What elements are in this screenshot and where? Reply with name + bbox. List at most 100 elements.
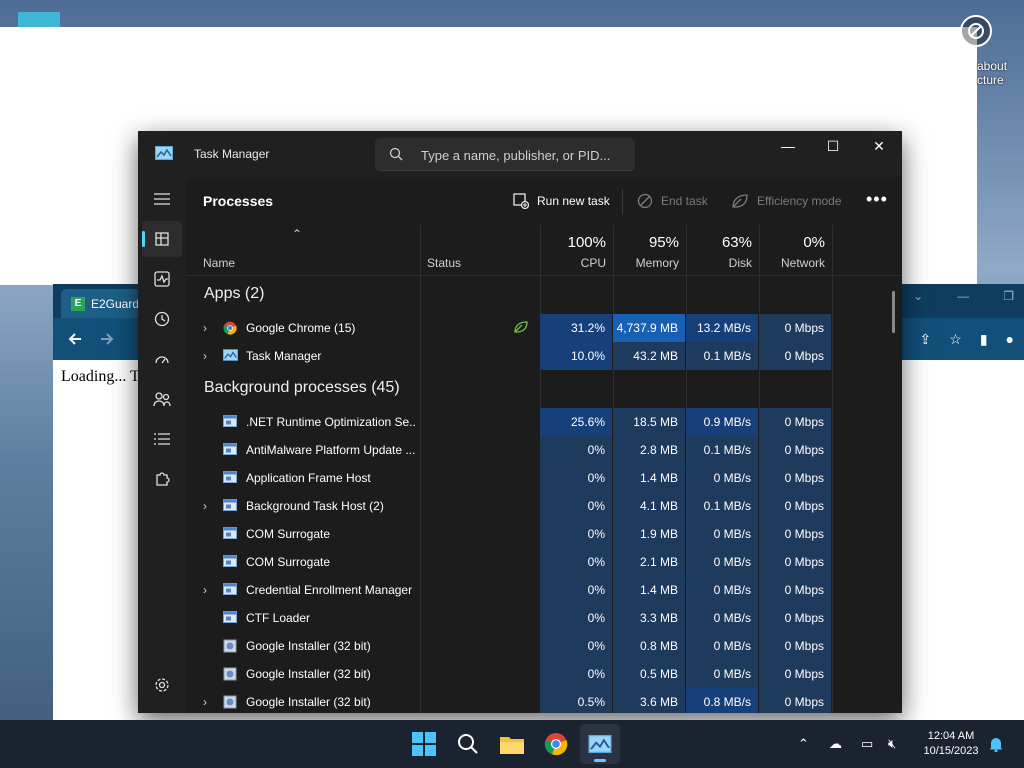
process-row[interactable]: › Background Task Host (2) 0% 4.1 MB 0.1 MB/… bbox=[186, 492, 902, 520]
desktop-shortcut[interactable]: about cture bbox=[955, 12, 1024, 92]
search-icon bbox=[389, 147, 403, 161]
chevron-up-icon: ⌃ bbox=[798, 736, 809, 751]
nav-startup-apps[interactable] bbox=[142, 341, 182, 377]
star-icon[interactable]: ☆ bbox=[949, 331, 962, 348]
process-name: Task Manager bbox=[246, 349, 322, 363]
chevron-right-icon[interactable]: › bbox=[203, 499, 207, 513]
memory-value: 1.4 MB bbox=[613, 464, 685, 492]
notifications-button[interactable] bbox=[989, 720, 1003, 768]
minimize-icon: — bbox=[781, 138, 795, 154]
process-row[interactable]: CTF Loader 0% 3.3 MB 0 MB/s 0 Mbps bbox=[186, 604, 902, 632]
cpu-value: 0% bbox=[540, 492, 612, 520]
process-row[interactable]: Google Installer (32 bit) 0% 0.8 MB 0 MB/s 0… bbox=[186, 632, 902, 660]
cpu-value: 0% bbox=[540, 464, 612, 492]
close-icon: ✕ bbox=[873, 137, 885, 154]
taskbar: ⌃ ☁ ▭ 🔇︎ 12:04 AM 10/15/2023 bbox=[0, 720, 1024, 768]
search-icon bbox=[458, 734, 478, 754]
search-box[interactable] bbox=[375, 138, 635, 171]
minimize-button[interactable]: — bbox=[765, 131, 811, 161]
cpu-value: 0% bbox=[540, 548, 612, 576]
chevron-down-icon[interactable]: ⌄ bbox=[913, 289, 923, 303]
end-task-button[interactable]: End task bbox=[637, 187, 708, 215]
cpu-value: 10.0% bbox=[540, 342, 612, 370]
column-memory[interactable]: 95% Memory bbox=[613, 225, 686, 275]
nav-services[interactable] bbox=[142, 461, 182, 497]
cpu-value: 0% bbox=[540, 604, 612, 632]
chevron-right-icon[interactable]: › bbox=[203, 583, 207, 597]
chrome-button[interactable] bbox=[536, 724, 576, 764]
process-row[interactable]: COM Surrogate 0% 1.9 MB 0 MB/s 0 Mbps bbox=[186, 520, 902, 548]
disk-value: 0.1 MB/s bbox=[686, 342, 758, 370]
memory-value: 0.8 MB bbox=[613, 632, 685, 660]
sort-up-icon: ⌃ bbox=[292, 227, 303, 241]
users-icon bbox=[153, 392, 171, 407]
process-row[interactable]: .NET Runtime Optimization Se... 25.6% 18.5… bbox=[186, 408, 902, 436]
share-icon[interactable]: ⇪ bbox=[920, 331, 932, 348]
help-icon bbox=[960, 15, 992, 47]
favicon-icon: E bbox=[71, 296, 85, 311]
process-row[interactable]: Application Frame Host 0% 1.4 MB 0 MB/s 0 Mb… bbox=[186, 464, 902, 492]
more-options-button[interactable]: ••• bbox=[866, 189, 888, 210]
show-hidden-icons-button[interactable]: ⌃ bbox=[798, 720, 809, 768]
cpu-value: 0% bbox=[540, 436, 612, 464]
memory-value: 2.8 MB bbox=[613, 436, 685, 464]
maximize-icon: ☐ bbox=[826, 137, 840, 154]
nav-app-history[interactable] bbox=[142, 301, 182, 337]
chevron-right-icon[interactable]: › bbox=[203, 695, 207, 709]
nav-details[interactable] bbox=[142, 421, 182, 457]
scrollbar-thumb[interactable] bbox=[892, 291, 895, 333]
process-row[interactable]: Google Installer (32 bit) 0% 0.5 MB 0 MB/s 0… bbox=[186, 660, 902, 688]
nav-performance[interactable] bbox=[142, 261, 182, 297]
forward-arrow-icon[interactable] bbox=[99, 331, 115, 347]
installer-icon bbox=[223, 667, 237, 681]
task-manager-taskbar-button[interactable] bbox=[580, 724, 620, 764]
disk-value: 0.8 MB/s bbox=[686, 688, 758, 713]
nav-processes[interactable] bbox=[142, 221, 182, 257]
run-new-task-button[interactable]: Run new task bbox=[513, 187, 610, 215]
chevron-right-icon[interactable]: › bbox=[203, 321, 207, 335]
file-explorer-button[interactable] bbox=[492, 724, 532, 764]
profile-icon[interactable]: ● bbox=[1006, 331, 1014, 347]
column-name[interactable]: ⌃ Name bbox=[186, 225, 420, 275]
process-row[interactable]: › Google Chrome (15) 31.2% 4,737.9 MB 13.2 M… bbox=[186, 314, 902, 342]
network-value: 0 Mbps bbox=[759, 436, 831, 464]
clock-time: 12:04 AM bbox=[927, 730, 975, 742]
close-button[interactable]: ✕ bbox=[856, 131, 902, 161]
restore-icon[interactable]: ❐ bbox=[1003, 289, 1014, 303]
network-button[interactable]: ▭ bbox=[861, 720, 873, 768]
process-row[interactable]: AntiMalware Platform Update ... 0% 2.8 MB 0… bbox=[186, 436, 902, 464]
maximize-button[interactable]: ☐ bbox=[810, 131, 856, 161]
chevron-right-icon[interactable]: › bbox=[203, 349, 207, 363]
column-disk[interactable]: 63% Disk bbox=[686, 225, 759, 275]
sidebar-icon[interactable]: ▮ bbox=[980, 331, 988, 348]
process-row[interactable]: › Google Installer (32 bit) 0.5% 3.6 MB 0.8 … bbox=[186, 688, 902, 713]
hamburger-menu-button[interactable] bbox=[142, 181, 182, 217]
nav-settings[interactable] bbox=[142, 667, 182, 703]
process-icon bbox=[223, 527, 237, 539]
process-row[interactable]: › Credential Enrollment Manager 0% 1.4 MB 0 … bbox=[186, 576, 902, 604]
efficiency-leaf-icon bbox=[513, 320, 529, 337]
cpu-value: 0% bbox=[540, 576, 612, 604]
column-cpu[interactable]: 100% CPU bbox=[540, 225, 613, 275]
volume-muted-icon: 🔇︎ bbox=[888, 736, 897, 751]
nav-users[interactable] bbox=[142, 381, 182, 417]
memory-value: 3.6 MB bbox=[613, 688, 685, 713]
folder-icon bbox=[500, 737, 524, 754]
taskmanager-app-icon bbox=[155, 146, 173, 160]
column-status[interactable]: Status bbox=[420, 225, 540, 275]
search-input[interactable] bbox=[419, 144, 633, 166]
start-button[interactable] bbox=[404, 724, 444, 764]
network-value: 0 Mbps bbox=[759, 408, 831, 436]
volume-button[interactable]: 🔇︎ bbox=[888, 720, 896, 768]
process-row[interactable]: › Task Manager 10.0% 43.2 MB 0.1 MB/s 0 Mbps bbox=[186, 342, 902, 370]
column-network[interactable]: 0% Network bbox=[759, 225, 832, 275]
search-button[interactable] bbox=[448, 724, 488, 764]
clock[interactable]: 12:04 AM 10/15/2023 bbox=[915, 729, 987, 759]
process-row[interactable]: COM Surrogate 0% 2.1 MB 0 MB/s 0 Mbps bbox=[186, 548, 902, 576]
minimize-icon[interactable]: — bbox=[957, 289, 969, 303]
back-arrow-icon[interactable] bbox=[67, 331, 83, 347]
process-icon bbox=[223, 611, 237, 623]
onedrive-button[interactable]: ☁ bbox=[829, 720, 842, 768]
disk-value: 0 MB/s bbox=[686, 520, 758, 548]
efficiency-mode-button[interactable]: Efficiency mode bbox=[731, 187, 842, 215]
